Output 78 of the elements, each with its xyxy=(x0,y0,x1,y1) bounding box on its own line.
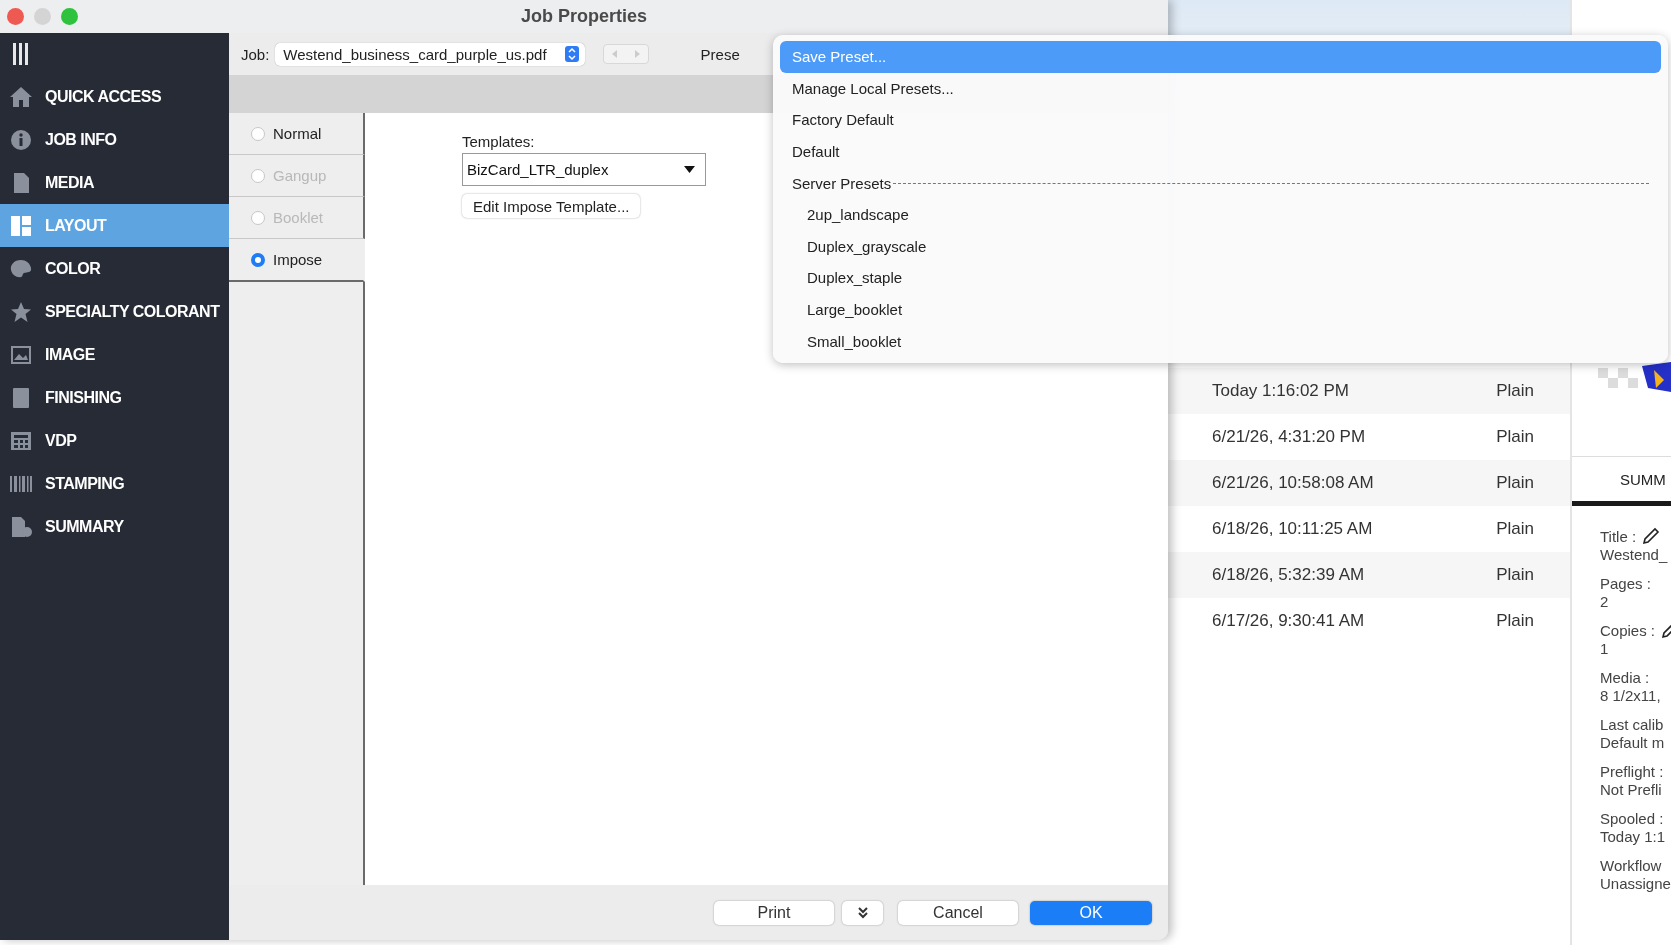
sidebar-item[interactable]: COLOR xyxy=(0,247,229,290)
home-icon xyxy=(9,85,33,108)
table-cell: Plain xyxy=(1496,427,1534,447)
sidebar-item[interactable]: QUICK ACCESS xyxy=(0,75,229,118)
table-cell: Plain xyxy=(1496,611,1534,631)
menu-item[interactable]: Default xyxy=(780,135,1661,168)
field-label: Media : xyxy=(1600,668,1650,686)
ok-button[interactable]: OK xyxy=(1030,900,1152,925)
image-icon xyxy=(9,343,33,366)
dialog-button[interactable]: Print xyxy=(714,900,834,925)
info-icon xyxy=(9,128,33,151)
field-value: Westend_ xyxy=(1600,546,1669,563)
more-button[interactable] xyxy=(842,900,883,925)
field-label: Workflow xyxy=(1600,856,1662,874)
table-cell: Today 1:16:02 PM xyxy=(1212,381,1350,401)
calculator-icon xyxy=(9,429,33,452)
menu-item[interactable]: Manage Local Presets... xyxy=(780,72,1661,105)
table-cell: Plain xyxy=(1496,565,1534,585)
table-cell: 6/21/26, 10:58:08 AM xyxy=(1212,473,1374,493)
table-cell: 6/21/26, 4:31:20 PM xyxy=(1212,427,1366,447)
star-icon xyxy=(9,300,33,323)
menu-item[interactable]: 2up_landscape xyxy=(780,198,1661,231)
sidebar-item[interactable]: SPECIALTY COLORANT xyxy=(0,290,229,333)
field-value: 2 xyxy=(1600,593,1610,610)
close-button[interactable] xyxy=(7,8,24,25)
sidebar-item[interactable]: JOB INFO xyxy=(0,118,229,161)
field-label: Pages : xyxy=(1600,574,1651,592)
templates-label: Templates: xyxy=(462,133,535,150)
field-label: Spooled : xyxy=(1600,809,1664,827)
stepper-icon xyxy=(564,46,579,62)
palette-icon xyxy=(9,257,33,280)
table-cell: 6/18/26, 5:32:39 AM xyxy=(1212,565,1365,585)
menu-item[interactable]: Large_booklet xyxy=(780,293,1661,326)
right-arrow-icon xyxy=(633,50,640,58)
menu-item[interactable]: Small_booklet xyxy=(780,325,1661,357)
table-cell: 6/18/26, 10:11:25 AM xyxy=(1212,519,1373,539)
table-cell: Plain xyxy=(1496,519,1534,539)
field-value: Unassigne xyxy=(1600,875,1671,892)
field-value: Today 1:1 xyxy=(1600,828,1667,845)
layout-icon xyxy=(9,214,33,237)
sidebar-item[interactable]: MEDIA xyxy=(0,161,229,204)
table-cell: 6/17/26, 9:30:41 AM xyxy=(1212,611,1365,631)
double-chevron-icon xyxy=(857,906,868,919)
menu-section-header: Server Presets xyxy=(792,174,892,192)
field-value: Default m xyxy=(1600,734,1666,751)
preset-label: Prese xyxy=(700,45,740,63)
sidebar-item[interactable]: FINISHING xyxy=(0,376,229,419)
template-select[interactable]: BizCard_LTR_duplex xyxy=(462,153,706,186)
table-cell: Plain xyxy=(1496,381,1534,401)
summary-tab[interactable]: SUMM xyxy=(1572,457,1671,506)
sidebar-item[interactable]: STAMPING xyxy=(0,462,229,505)
field-label: Copies : xyxy=(1600,621,1656,639)
job-select[interactable]: Westend_business_card_purple_us.pdf xyxy=(275,42,585,66)
sidebar-item[interactable]: IMAGE xyxy=(0,333,229,376)
left-arrow-icon xyxy=(611,50,618,58)
caret-icon xyxy=(684,166,695,173)
sidebar-item[interactable]: SUMMARY xyxy=(0,505,229,548)
sidebar-item[interactable]: VDP xyxy=(0,419,229,462)
zoom-button[interactable] xyxy=(61,8,78,25)
menu-item[interactable]: Duplex_grayscale xyxy=(780,230,1661,263)
field-value: Not Prefli xyxy=(1600,781,1663,798)
menu-item[interactable]: Duplex_staple xyxy=(780,262,1661,294)
field-value: 1 xyxy=(1600,640,1610,657)
field-value: 8 1/2x11, xyxy=(1600,687,1662,704)
field-label: Preflight : xyxy=(1600,762,1664,780)
edit-template-button[interactable]: Edit Impose Template... xyxy=(462,194,641,218)
summary-icon xyxy=(9,515,33,538)
table-cell: Plain xyxy=(1496,473,1534,493)
pencil-icon[interactable] xyxy=(1642,527,1661,545)
menu-icon[interactable] xyxy=(13,43,29,65)
field-label: Title : xyxy=(1600,527,1637,545)
layout-mode-radio[interactable]: Impose xyxy=(229,239,365,282)
dialog-button[interactable]: Cancel xyxy=(898,900,1018,925)
layout-mode-radio[interactable]: Normal xyxy=(229,113,365,155)
menu-item[interactable]: Factory Default xyxy=(780,104,1661,136)
field-label: Last calib xyxy=(1600,715,1664,733)
window-title: Job Properties xyxy=(520,6,647,27)
job-label: Job: xyxy=(241,45,270,63)
